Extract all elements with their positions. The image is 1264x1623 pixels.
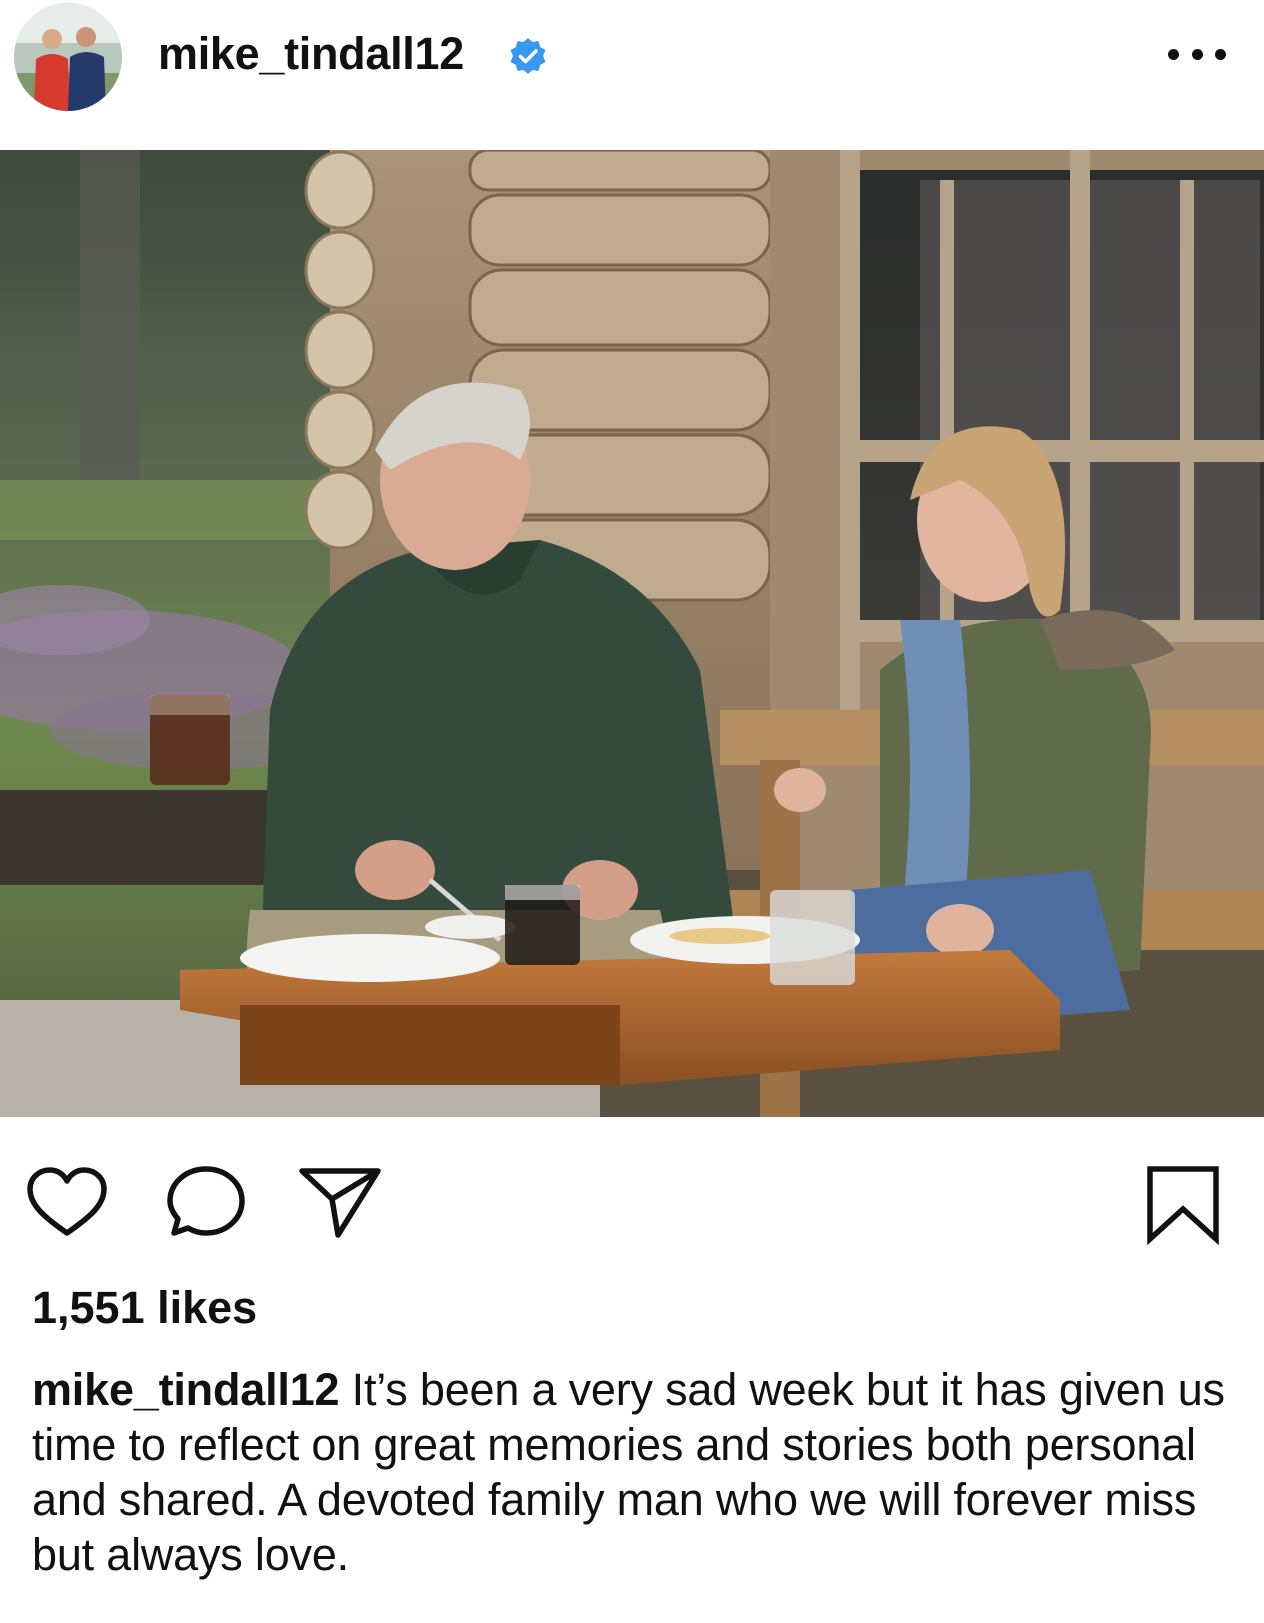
heart-icon[interactable] (24, 1161, 110, 1247)
post-username[interactable]: mike_tindall12 (158, 28, 464, 80)
action-bar (0, 1117, 1264, 1262)
post-caption: mike_tindall12 It’s been a very sad week… (32, 1362, 1242, 1582)
post-photo[interactable] (0, 150, 1264, 1117)
bookmark-icon[interactable] (1140, 1161, 1226, 1247)
verified-badge-icon (508, 36, 548, 76)
post-header: mike_tindall12 (0, 0, 1264, 150)
avatar-image (14, 3, 122, 111)
avatar[interactable] (14, 3, 122, 111)
paper-plane-icon[interactable] (298, 1161, 384, 1247)
comment-icon[interactable] (164, 1161, 250, 1247)
more-dot (1215, 48, 1226, 60)
likes-count[interactable]: 1,551 likes (32, 1282, 257, 1334)
more-dot (1191, 48, 1203, 60)
more-options-icon[interactable] (1168, 42, 1226, 66)
post-photo-image (0, 150, 1264, 1117)
caption-username[interactable]: mike_tindall12 (32, 1364, 340, 1415)
more-dot (1168, 48, 1179, 60)
